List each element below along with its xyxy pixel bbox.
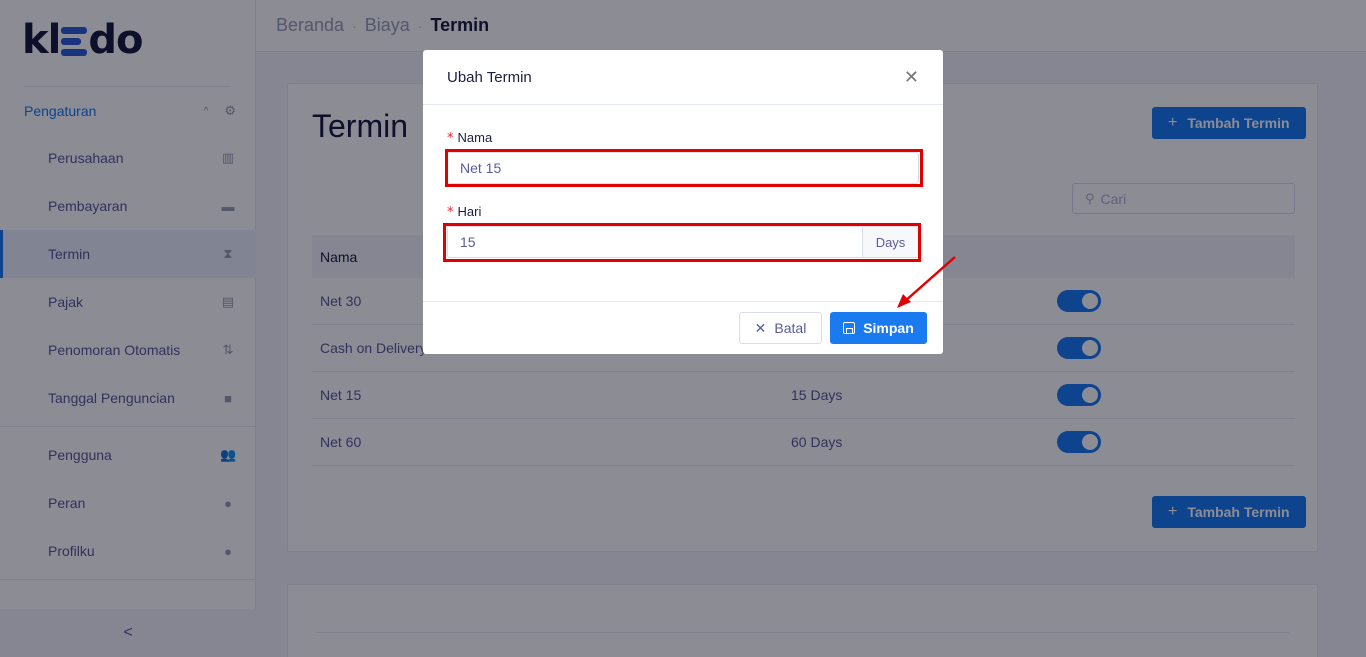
annotation-arrow-icon — [897, 256, 956, 308]
